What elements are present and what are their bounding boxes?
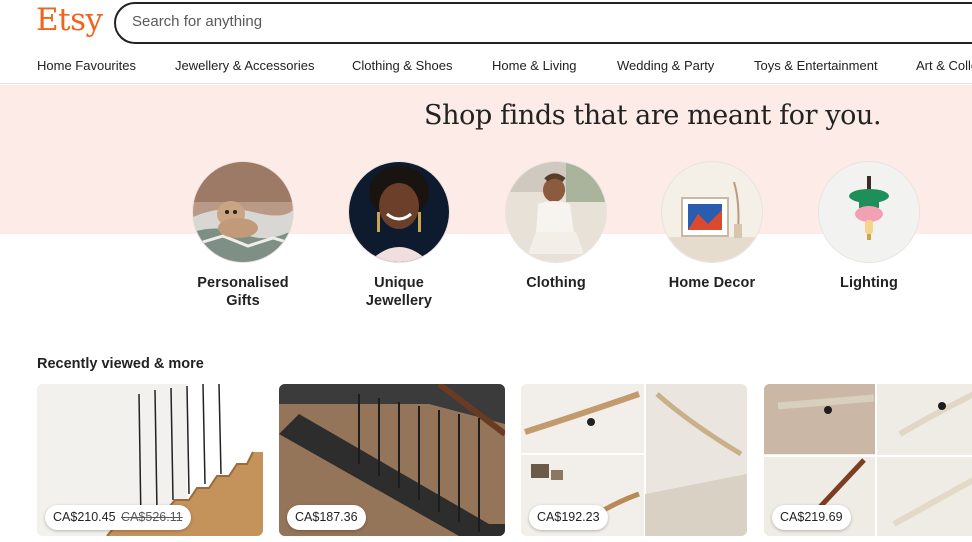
category-home-decor[interactable]: Home Decor bbox=[660, 161, 764, 292]
category-personalised-gifts[interactable]: Personalised Gifts bbox=[191, 161, 295, 310]
search-input[interactable] bbox=[132, 13, 832, 30]
hero-title: Shop finds that are meant for you. bbox=[424, 100, 882, 131]
price-badge: CA$187.36 bbox=[287, 505, 366, 530]
price-current: CA$210.45 bbox=[53, 510, 116, 524]
lighting-image bbox=[818, 161, 920, 263]
personalised-gifts-image bbox=[192, 161, 294, 263]
unique-jewellery-image bbox=[348, 161, 450, 263]
clothing-image bbox=[505, 161, 607, 263]
price-current: CA$219.69 bbox=[780, 510, 843, 524]
product-card-4[interactable]: CA$219.69 bbox=[764, 384, 972, 536]
nav-clothing-shoes[interactable]: Clothing & Shoes bbox=[352, 58, 452, 73]
recently-viewed-title: Recently viewed & more bbox=[37, 356, 204, 372]
category-label-line1: Lighting bbox=[840, 275, 898, 291]
category-label-line1: Home Decor bbox=[668, 275, 756, 291]
nav-jewellery-accessories[interactable]: Jewellery & Accessories bbox=[175, 58, 314, 73]
nav-toys-entertainment[interactable]: Toys & Entertainment bbox=[754, 58, 878, 73]
price-current: CA$192.23 bbox=[537, 510, 600, 524]
site-header: Etsy bbox=[0, 0, 972, 50]
price-badge: CA$210.45 CA$526.11 bbox=[45, 505, 191, 530]
home-decor-image bbox=[661, 161, 763, 263]
category-unique-jewellery[interactable]: Unique Jewellery bbox=[347, 161, 451, 310]
product-card-1[interactable]: CA$210.45 CA$526.11 bbox=[37, 384, 263, 536]
category-clothing[interactable]: Clothing bbox=[504, 161, 608, 292]
category-label-line2: Gifts bbox=[226, 293, 260, 309]
nav-home-living[interactable]: Home & Living bbox=[492, 58, 577, 73]
category-label-line1: Personalised bbox=[197, 275, 289, 291]
category-lighting[interactable]: Lighting bbox=[817, 161, 921, 292]
product-card-2[interactable]: CA$187.36 bbox=[279, 384, 505, 536]
price-badge: CA$219.69 bbox=[772, 505, 851, 530]
nav-home-favourites[interactable]: Home Favourites bbox=[37, 58, 136, 73]
category-label-line1: Unique bbox=[374, 275, 424, 291]
category-label-line1: Clothing bbox=[526, 275, 586, 291]
price-current: CA$187.36 bbox=[295, 510, 358, 524]
price-original: CA$526.11 bbox=[121, 510, 183, 524]
etsy-logo[interactable]: Etsy bbox=[36, 2, 103, 38]
search-bar[interactable] bbox=[114, 2, 972, 44]
product-card-3[interactable]: CA$192.23 bbox=[521, 384, 747, 536]
nav-wedding-party[interactable]: Wedding & Party bbox=[617, 58, 714, 73]
nav-art-collectibles[interactable]: Art & Colle bbox=[916, 58, 972, 73]
category-label-line2: Jewellery bbox=[365, 293, 433, 309]
category-nav: Home Favourites Jewellery & Accessories … bbox=[0, 50, 972, 84]
price-badge: CA$192.23 bbox=[529, 505, 608, 530]
